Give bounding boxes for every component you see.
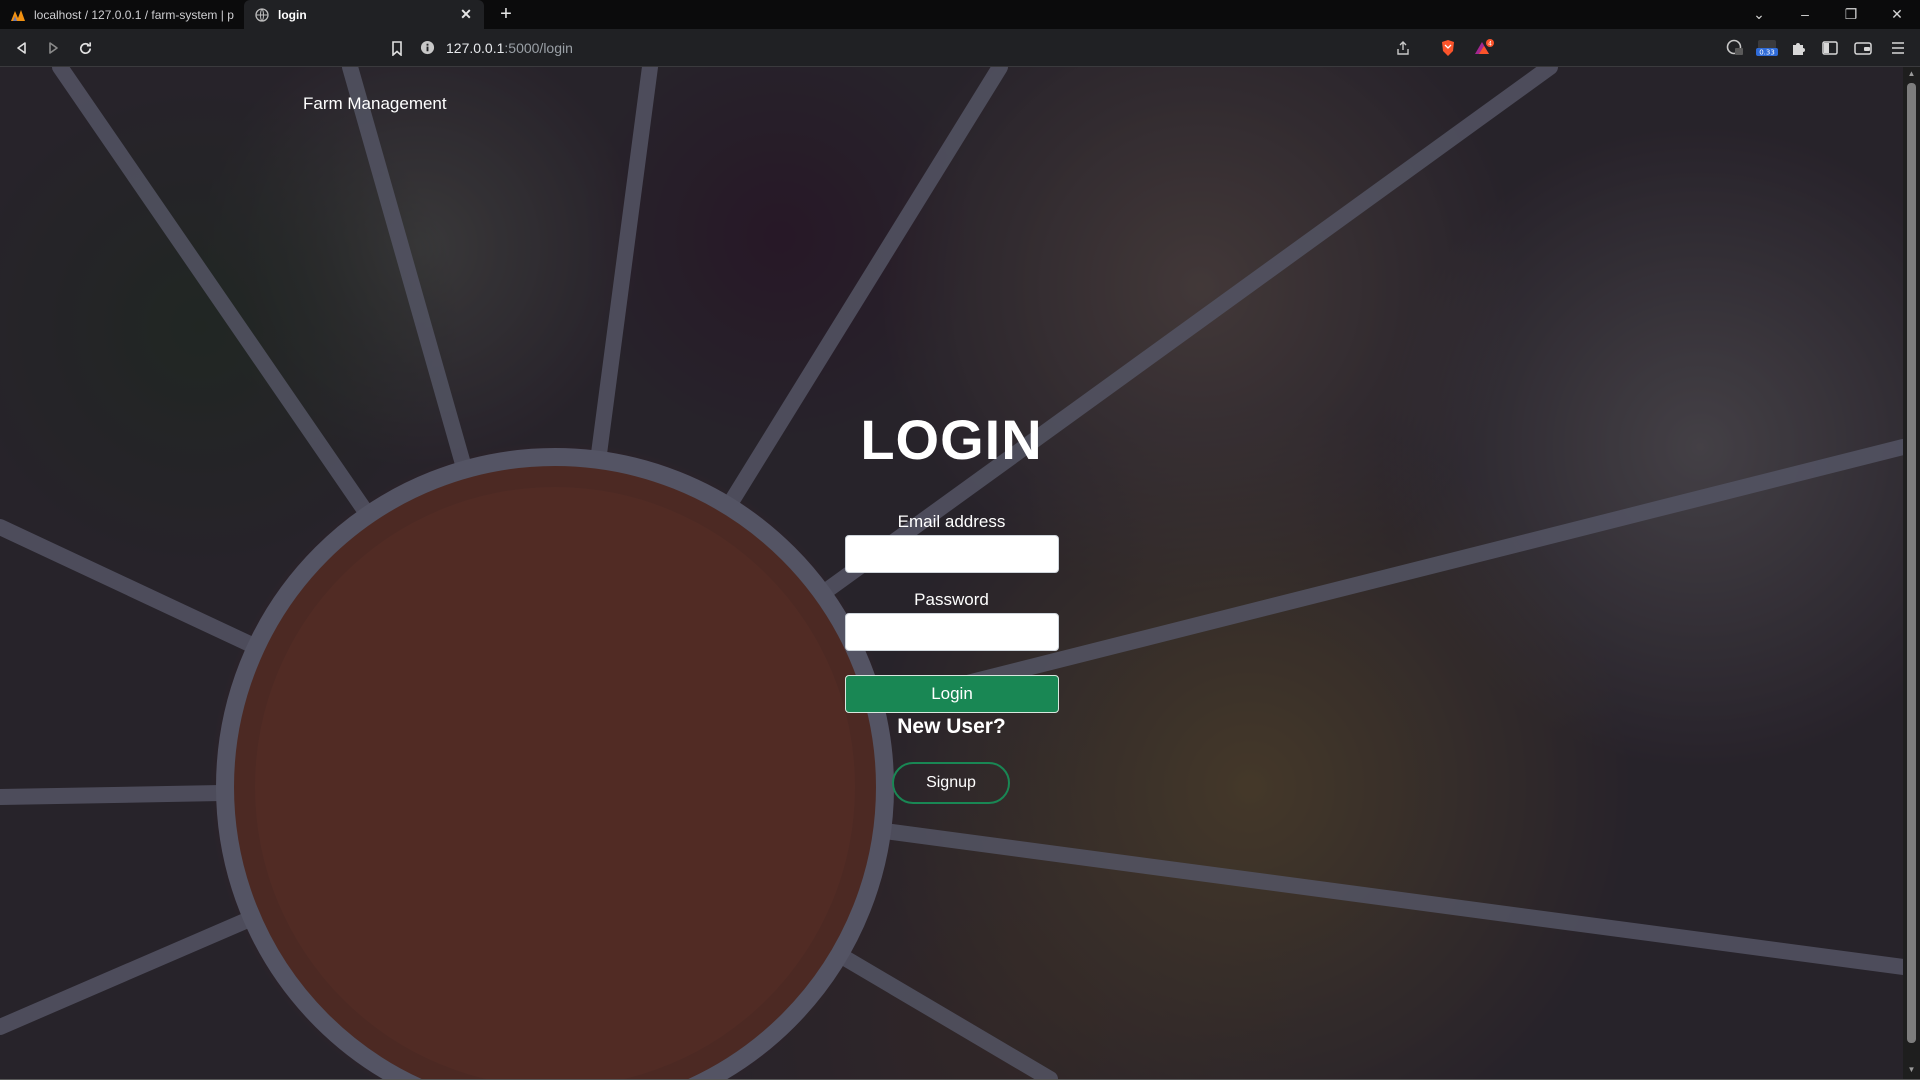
site-info-icon[interactable]	[420, 40, 436, 56]
login-button[interactable]: Login	[845, 675, 1059, 713]
url-text: 127.0.0.1:5000/login	[446, 40, 573, 56]
tab-title: localhost / 127.0.0.1 / farm-system | p	[34, 7, 234, 22]
tab-title: login	[278, 7, 307, 22]
address-bar[interactable]: 127.0.0.1:5000/login	[420, 33, 1500, 63]
new-user-heading: New User?	[897, 715, 1006, 738]
share-icon[interactable]	[1391, 36, 1415, 60]
browser-toolbar: 127.0.0.1:5000/login 4 0.33	[0, 29, 1920, 67]
wallet-icon[interactable]	[1851, 36, 1875, 60]
tab-login[interactable]: login ✕	[244, 0, 484, 29]
page-title: LOGIN	[860, 408, 1043, 471]
menu-icon[interactable]	[1886, 36, 1910, 60]
tab-phpmyadmin[interactable]: localhost / 127.0.0.1 / farm-system | p	[0, 0, 244, 29]
vpn-icon[interactable]	[1723, 36, 1747, 60]
new-tab-button[interactable]: +	[494, 2, 518, 26]
phpmyadmin-icon	[10, 7, 26, 23]
scroll-thumb[interactable]	[1907, 83, 1916, 1043]
password-field[interactable]	[845, 613, 1059, 651]
back-icon[interactable]	[10, 36, 34, 60]
scroll-up-icon[interactable]: ▲	[1907, 69, 1916, 79]
page-scrollbar[interactable]: ▲ ▼	[1903, 67, 1920, 1079]
brave-shields-icon[interactable]	[1436, 36, 1460, 60]
close-window-button[interactable]: ✕	[1874, 0, 1920, 29]
dark-overlay	[0, 67, 1903, 1079]
minimize-button[interactable]: –	[1782, 0, 1828, 29]
forward-icon[interactable]	[41, 36, 65, 60]
signup-button[interactable]: Signup	[892, 762, 1010, 804]
svg-text:4: 4	[1488, 41, 1492, 48]
globe-icon	[254, 7, 270, 23]
reload-icon[interactable]	[73, 36, 97, 60]
email-label: Email address	[897, 512, 1006, 531]
extensions-puzzle-icon[interactable]	[1786, 36, 1810, 60]
tab-strip: localhost / 127.0.0.1 / farm-system | p …	[0, 0, 1920, 29]
close-tab-icon[interactable]: ✕	[458, 6, 474, 23]
password-label: Password	[914, 590, 989, 609]
page-viewport: Farm Management LOGIN Email address Pass…	[0, 67, 1903, 1079]
sidebar-icon[interactable]	[1818, 36, 1842, 60]
svg-text:0.33: 0.33	[1759, 49, 1775, 57]
tab-search-icon[interactable]: ⌄	[1736, 0, 1782, 29]
extension-badge-icon[interactable]: 0.33	[1753, 36, 1781, 60]
brave-rewards-icon[interactable]: 4	[1472, 36, 1496, 60]
scroll-down-icon[interactable]: ▼	[1907, 1065, 1916, 1075]
bookmark-icon[interactable]	[385, 36, 409, 60]
email-field[interactable]	[845, 535, 1059, 573]
restore-button[interactable]: ❐	[1828, 0, 1874, 29]
navbar-brand-link[interactable]: Farm Management	[303, 94, 447, 114]
